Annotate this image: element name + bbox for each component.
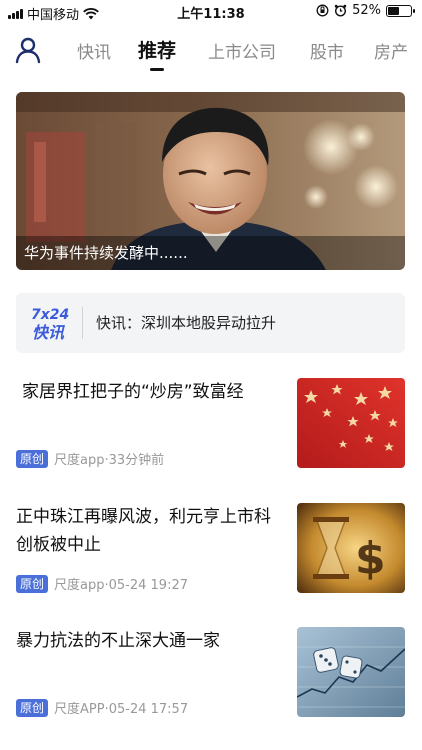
active-tab-indicator: [150, 68, 164, 71]
original-badge: 原创: [16, 449, 49, 468]
tab-recommend[interactable]: 推荐: [138, 36, 176, 63]
news-thumbnail: [297, 378, 405, 468]
tab-real-estate[interactable]: 房产: [374, 38, 408, 63]
channel-tabs: 快讯 推荐 上市公司 股市 房产: [60, 34, 422, 74]
top-nav: 快讯 推荐 上市公司 股市 房产: [0, 28, 422, 78]
news-thumbnail: $: [297, 503, 405, 593]
flash-divider: [82, 307, 83, 339]
flash-news-logo: 7x24 快讯: [31, 307, 69, 342]
svg-text:$: $: [355, 533, 386, 584]
news-item[interactable]: 正中珠江再曝风波，利元亨上市科创板被中止 原创 尺度app·05-24 19:2…: [16, 503, 405, 595]
hero-caption: 华为事件持续发酵中......: [16, 236, 405, 270]
news-source-time: 尺度APP·05-24 17:57: [54, 702, 189, 717]
status-right: 52%: [316, 3, 415, 18]
original-badge: 原创: [16, 574, 49, 593]
user-profile-icon[interactable]: [14, 36, 42, 64]
news-title: 暴力抗法的不止深大通一家: [16, 631, 220, 651]
news-title: 家居界扛把子的“炒房”致富经: [22, 382, 244, 402]
original-badge: 原创: [16, 698, 49, 717]
news-thumbnail: [297, 627, 405, 717]
news-source-time: 尺度app·05-24 19:27: [54, 578, 188, 593]
news-item[interactable]: 暴力抗法的不止深大通一家 原创 尺度APP·05-24 17:57: [16, 627, 405, 719]
orientation-lock-icon: [316, 4, 329, 17]
hero-banner[interactable]: 华为事件持续发酵中......: [16, 92, 405, 270]
news-meta: 原创 尺度app·33分钟前: [16, 449, 164, 468]
alarm-icon: [334, 4, 347, 17]
news-item[interactable]: 家居界扛把子的“炒房”致富经 原创 尺度app·33分钟前: [16, 378, 405, 470]
tab-kuaixun[interactable]: 快讯: [77, 38, 111, 63]
battery-percentage: 52%: [352, 3, 381, 18]
flash-logo-top: 7x24: [31, 307, 69, 323]
flash-news-text: 快讯：深圳本地股异动拉升: [96, 314, 277, 332]
news-meta: 原创 尺度app·05-24 19:27: [16, 574, 188, 593]
news-source-time: 尺度app·33分钟前: [54, 453, 165, 468]
battery-icon: [386, 4, 415, 17]
news-title: 正中珠江再曝风波，利元亨上市科创板被中止: [16, 507, 271, 555]
tab-stock-market[interactable]: 股市: [310, 38, 344, 63]
news-meta: 原创 尺度APP·05-24 17:57: [16, 698, 188, 717]
battery-level: [388, 6, 399, 15]
status-bar: 中国移动 上午11:38 52%: [0, 0, 422, 24]
flash-logo-bottom: 快讯: [32, 323, 66, 342]
flash-news-bar[interactable]: 7x24 快讯 快讯：深圳本地股异动拉升: [16, 293, 405, 353]
tab-listed-companies[interactable]: 上市公司: [208, 38, 276, 63]
